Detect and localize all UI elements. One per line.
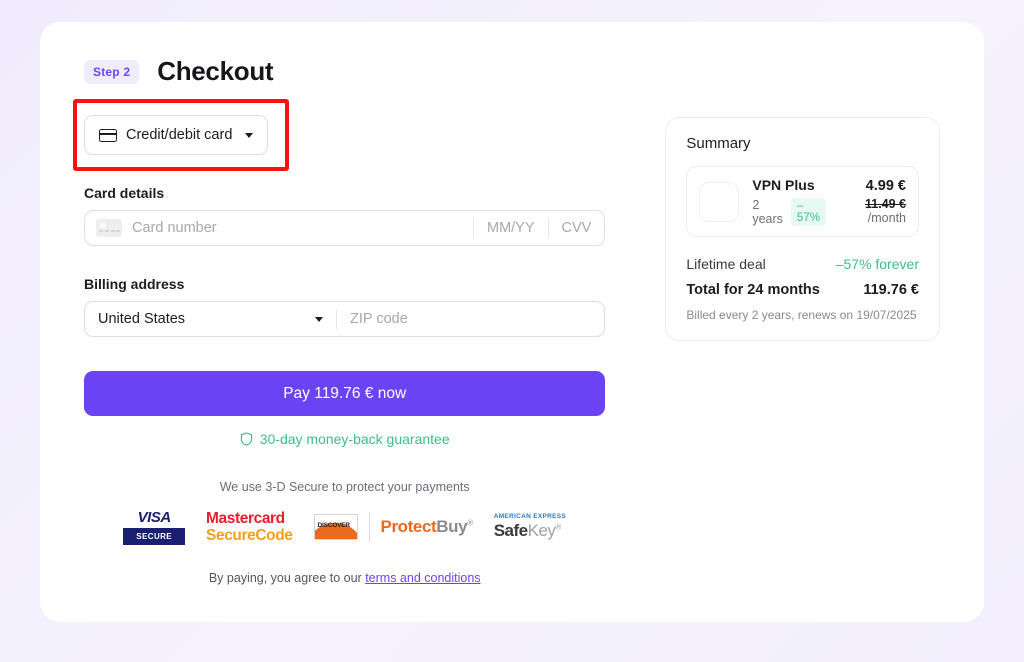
- trademark-mark: ®: [555, 522, 561, 532]
- summary-card: Summary VPN Plus 2 years – 57% 4.99 € 11…: [665, 117, 940, 341]
- card-placeholder-icon: [96, 219, 122, 237]
- country-value: United States: [98, 311, 186, 327]
- card-details-label: Card details: [84, 185, 165, 201]
- guarantee-text: 30-day money-back guarantee: [259, 431, 450, 447]
- lifetime-deal-label: Lifetime deal: [686, 256, 766, 272]
- checkout-body: Credit/debit card Card details Card numb…: [73, 99, 940, 585]
- chevron-down-icon: [315, 316, 323, 322]
- terms-and-conditions-link[interactable]: terms and conditions: [365, 571, 480, 585]
- amex-safekey-badge: AMERICAN EXPRESS SafeKey®: [494, 513, 566, 541]
- credit-card-icon: [99, 128, 117, 142]
- secure-note: We use 3-D Secure to protect your paymen…: [219, 480, 470, 494]
- card-number-placeholder: Card number: [132, 220, 217, 236]
- country-select[interactable]: United States: [85, 302, 336, 336]
- summary-plan-row: VPN Plus 2 years – 57% 4.99 € 11.49 € /m…: [686, 166, 919, 237]
- cvv-field[interactable]: CVV: [549, 211, 605, 245]
- plan-term: 2 years: [752, 198, 783, 226]
- page-header: Step 2 Checkout: [84, 56, 940, 87]
- plan-price: 4.99 €: [865, 178, 906, 194]
- visa-secure-label: SECURE: [123, 528, 186, 545]
- trademark-mark: ®: [467, 518, 473, 528]
- buy-text: Buy: [436, 517, 468, 536]
- expiry-field[interactable]: MM/YY: [474, 211, 548, 245]
- plan-price-period: /month: [867, 211, 906, 225]
- page-background: Step 2 Checkout Credit/debit card Card d…: [0, 0, 1024, 662]
- total-label: Total for 24 months: [686, 282, 820, 298]
- money-back-guarantee: 30-day money-back guarantee: [84, 431, 605, 447]
- key-text: Key: [527, 521, 556, 540]
- visa-wordmark: VISA: [137, 509, 172, 526]
- billing-address-row: United States ZIP code: [84, 301, 606, 337]
- checkout-card: Step 2 Checkout Credit/debit card Card d…: [40, 22, 984, 622]
- safe-text: Safe: [493, 521, 528, 540]
- payment-form-column: Credit/debit card Card details Card numb…: [73, 99, 606, 585]
- shield-icon: [240, 432, 252, 446]
- zip-code-field[interactable]: ZIP code: [337, 302, 604, 336]
- securecode-wordmark: SecureCode: [206, 527, 293, 544]
- card-number-field[interactable]: Card number: [85, 211, 473, 245]
- plan-name: VPN Plus: [752, 177, 815, 193]
- badge-divider: [368, 512, 370, 542]
- protect-text: Protect: [380, 517, 437, 536]
- payment-method-dropdown[interactable]: Credit/debit card: [84, 115, 269, 155]
- total-value: 119.76 €: [863, 282, 919, 298]
- plan-discount-chip: – 57%: [790, 198, 826, 226]
- zip-placeholder: ZIP code: [350, 311, 408, 327]
- plan-old-price-row: 11.49 € /month: [839, 197, 906, 225]
- terms-prefix: By paying, you agree to our: [208, 571, 366, 585]
- mastercard-securecode-badge: Mastercard SecureCode: [206, 509, 293, 545]
- billing-note: Billed every 2 years, renews on 19/07/20…: [686, 308, 917, 322]
- safekey-wordmark: SafeKey®: [494, 521, 566, 541]
- discover-logo-icon: DISCOVER: [313, 514, 358, 540]
- discover-wordmark: DISCOVER: [317, 522, 351, 529]
- visa-secure-badge: VISA SECURE: [123, 509, 186, 545]
- card-details-row: Card number MM/YY CVV: [84, 210, 606, 246]
- american-express-wordmark: AMERICAN EXPRESS: [493, 513, 567, 520]
- plan-pricing: 4.99 € 11.49 € /month: [839, 178, 906, 225]
- plan-term-row: 2 years – 57%: [752, 198, 826, 226]
- lifetime-deal-row: Lifetime deal –57% forever: [686, 256, 919, 272]
- protectbuy-wordmark: ProtectBuy®: [380, 517, 474, 537]
- step-badge: Step 2: [84, 59, 140, 84]
- page-title: Checkout: [157, 56, 274, 86]
- lifetime-deal-value: –57% forever: [835, 256, 919, 272]
- vpn-triangle-logo-icon: [699, 181, 740, 222]
- chevron-down-icon: [245, 132, 254, 138]
- terms-line: By paying, you agree to our terms and co…: [84, 571, 605, 585]
- mastercard-wordmark: Mastercard: [206, 509, 285, 527]
- plan-info: VPN Plus 2 years – 57%: [752, 177, 826, 226]
- summary-column: Summary VPN Plus 2 years – 57% 4.99 € 11…: [665, 107, 940, 585]
- discover-protectbuy-badge: DISCOVER ProtectBuy®: [313, 512, 474, 542]
- expiry-placeholder: MM/YY: [487, 220, 535, 236]
- billing-address-label: Billing address: [84, 276, 185, 292]
- summary-title: Summary: [686, 135, 751, 152]
- total-row: Total for 24 months 119.76 €: [686, 282, 919, 298]
- cvv-placeholder: CVV: [561, 220, 592, 236]
- payment-method-label: Credit/debit card: [126, 127, 233, 143]
- plan-old-price: 11.49 €: [864, 197, 906, 211]
- security-badges: VISA SECURE Mastercard SecureCode DISCOV…: [84, 509, 605, 545]
- pay-button[interactable]: Pay 119.76 € now: [84, 371, 606, 416]
